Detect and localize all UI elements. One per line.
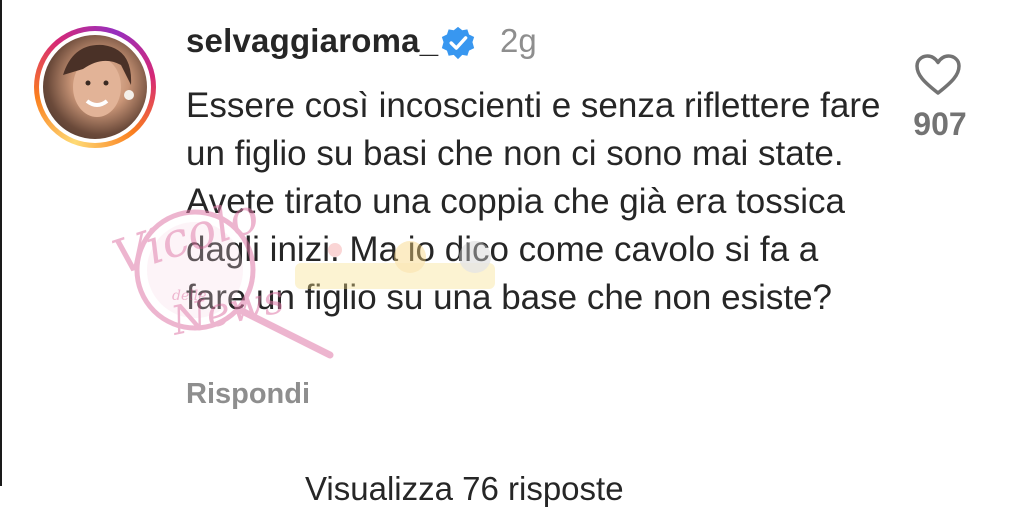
avatar-portrait-icon: [63, 44, 134, 117]
verified-badge-icon: [441, 26, 475, 60]
comment-username[interactable]: selvaggiaroma_: [186, 22, 438, 60]
reply-button[interactable]: Rispondi: [186, 378, 310, 411]
avatar: [43, 35, 147, 139]
screen-edge: [0, 0, 2, 486]
comment-text: Essere così incoscienti e senza riflette…: [186, 86, 881, 317]
heart-outline-icon[interactable]: [914, 54, 962, 96]
story-ring-avatar[interactable]: [34, 26, 156, 148]
view-replies-link[interactable]: Visualizza 76 risposte: [305, 470, 624, 508]
like-count: 907: [913, 106, 967, 142]
comment-timestamp: 2g: [500, 22, 537, 59]
